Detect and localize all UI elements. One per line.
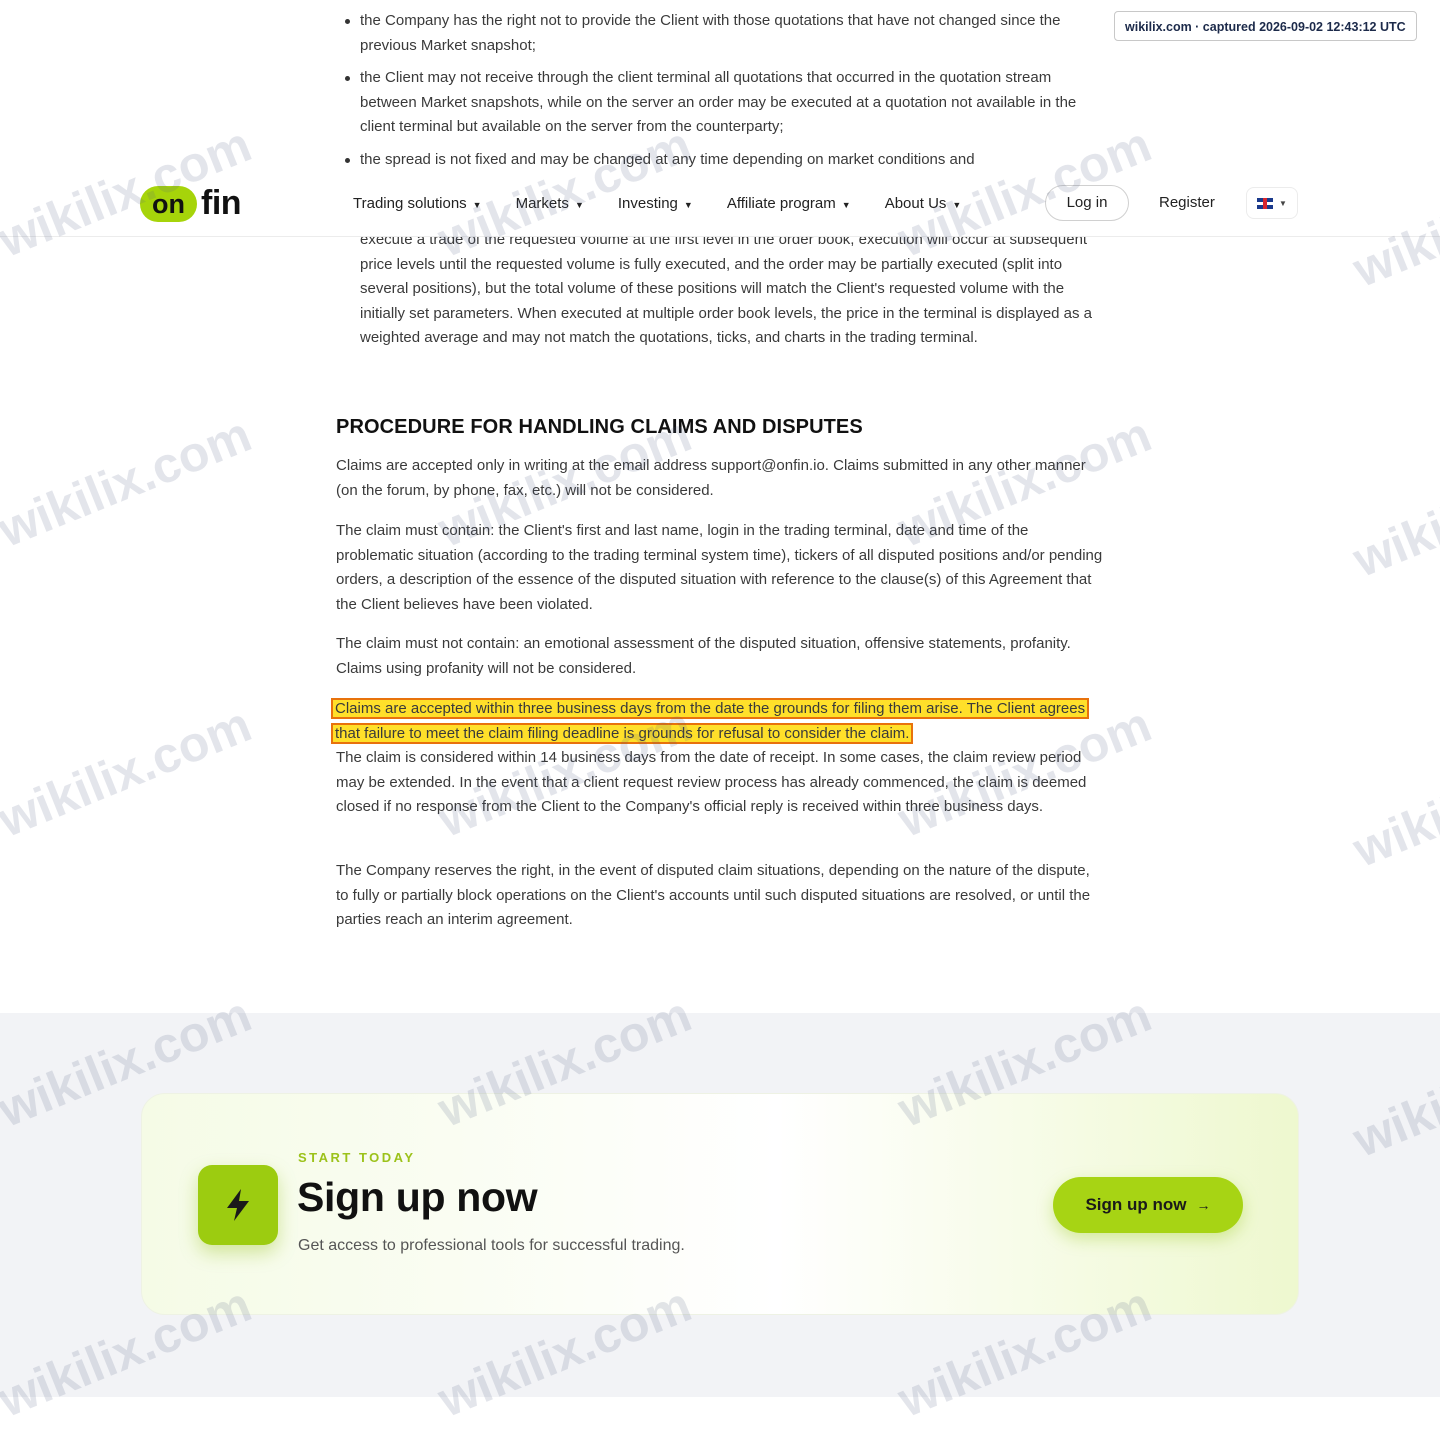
watermark: wikilix.com	[1345, 725, 1440, 878]
list-item: the Company has the right not to provide…	[345, 9, 1106, 58]
language-selector[interactable]: ▼	[1246, 187, 1298, 219]
main-nav: Trading solutions ▼ Markets ▼ Investing ▼ A…	[353, 170, 995, 236]
paragraph-claim-contents: The claim must contain: the Client's fir…	[336, 522, 1103, 613]
logo-on: on	[140, 185, 197, 222]
caret-down-icon: ▼	[472, 199, 482, 210]
paragraph-review-period: The claim is considered within 14 busine…	[336, 749, 1087, 815]
nav-affiliate-program[interactable]: Affiliate program ▼	[727, 195, 851, 212]
register-link[interactable]: Register	[1159, 194, 1215, 211]
paragraph-claim-restrictions: The claim must not contain: an emotional…	[336, 635, 1071, 677]
caret-down-icon: ▼	[841, 199, 851, 210]
login-button[interactable]: Log in	[1045, 185, 1129, 221]
list-item: the Client may not receive through the c…	[345, 66, 1106, 140]
nav-markets[interactable]: Markets ▼	[516, 195, 584, 212]
uk-flag-icon	[1257, 197, 1274, 209]
site-header: on fin Trading solutions ▼ Markets ▼ Inves…	[0, 170, 1440, 237]
nav-about-us[interactable]: About Us ▼	[885, 195, 962, 212]
cta-title: Sign up now	[297, 1174, 538, 1220]
paragraph-company-rights: The Company reserves the right, in the e…	[336, 862, 1091, 928]
list-item: the spread is not fixed and may be chang…	[345, 148, 1106, 173]
highlighted-passage: Claims are accepted within three busines…	[330, 697, 1103, 746]
cta-kicker: START TODAY	[298, 1150, 416, 1165]
caret-down-icon: ▼	[574, 199, 584, 210]
lightning-icon	[198, 1165, 278, 1245]
nav-trading-solutions[interactable]: Trading solutions ▼	[353, 195, 482, 212]
nav-investing[interactable]: Investing ▼	[618, 195, 693, 212]
watermark: wikilix.com	[0, 405, 259, 558]
arrow-right-icon: →	[1196, 1197, 1211, 1213]
caret-down-icon: ▼	[683, 199, 693, 210]
paragraph-claims-writing: Claims are accepted only in writing at t…	[336, 457, 1086, 499]
caret-down-icon: ▼	[952, 199, 962, 210]
cta-section: START TODAY Sign up now Get access to pr…	[0, 1013, 1440, 1397]
sign-up-button[interactable]: Sign up now →	[1053, 1177, 1243, 1233]
highlight-text: Claims are accepted within three busines…	[330, 698, 1090, 744]
watermark: wikilix.com	[1345, 435, 1440, 588]
capture-badge: wikilix.com · captured 2026-09-02 12:43:…	[1114, 11, 1417, 41]
cta-card: START TODAY Sign up now Get access to pr…	[141, 1093, 1299, 1315]
logo-fin: fin	[201, 184, 242, 222]
caret-down-icon: ▼	[1279, 198, 1287, 208]
section-heading: PROCEDURE FOR HANDLING CLAIMS AND DISPUT…	[336, 416, 863, 438]
watermark: wikilix.com	[0, 695, 259, 848]
continued-paragraph: execute a trade of the requested volume …	[360, 231, 1093, 346]
logo[interactable]: on fin	[140, 184, 242, 223]
cta-subtitle: Get access to professional tools for suc…	[298, 1237, 685, 1254]
bullet-list: the Company has the right not to provide…	[345, 9, 1106, 173]
